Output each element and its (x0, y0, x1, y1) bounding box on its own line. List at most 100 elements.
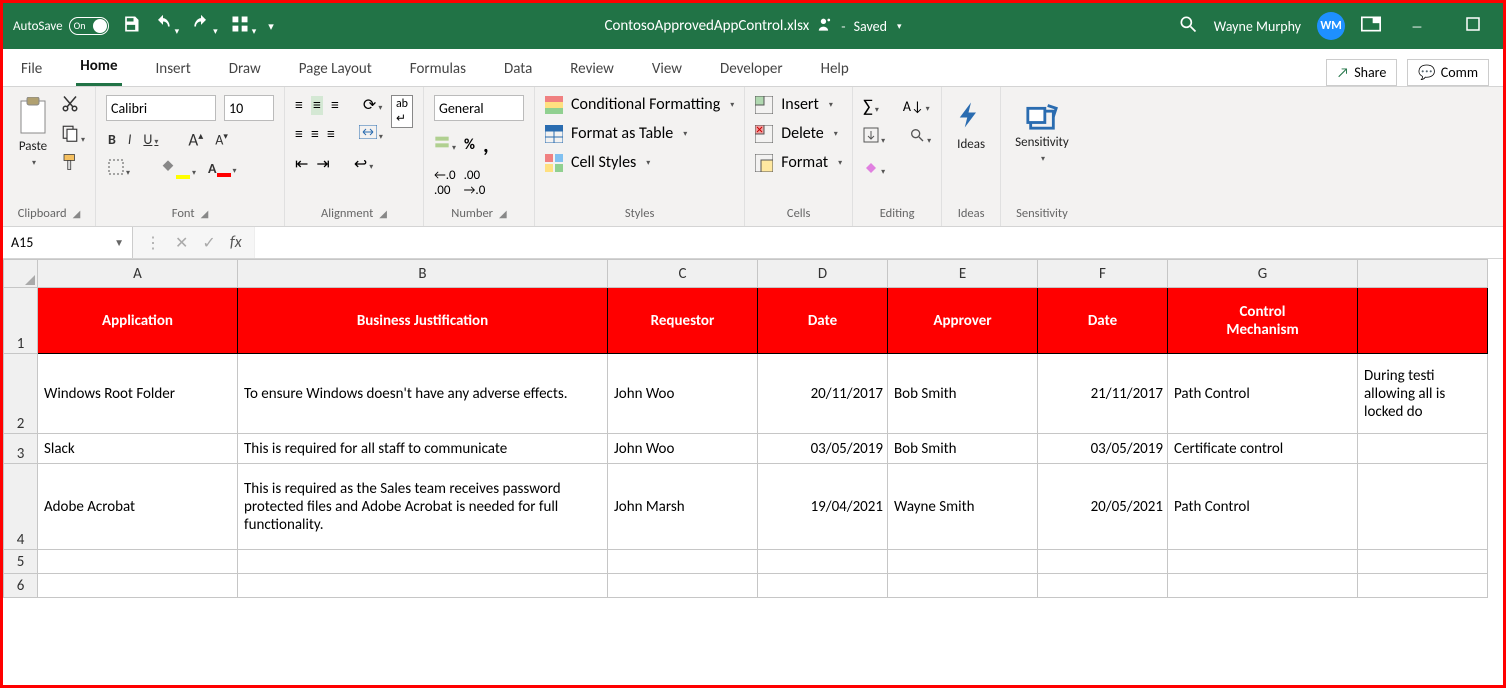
save-icon[interactable] (121, 14, 141, 38)
table-cell[interactable] (758, 550, 888, 574)
ideas-button[interactable]: Ideas (952, 95, 990, 154)
table-cell[interactable]: 20/11/2017 (758, 354, 888, 434)
wrap-text-icon[interactable]: ↩▾ (354, 154, 373, 174)
enter-icon[interactable]: ✓ (202, 233, 215, 253)
table-cell[interactable]: John Woo (608, 354, 758, 434)
row-header[interactable]: 5 (4, 550, 38, 574)
tab-developer[interactable]: Developer (716, 52, 787, 86)
font-size-select[interactable] (224, 95, 274, 121)
save-state-dropdown-icon[interactable]: ▾ (897, 21, 902, 32)
tab-data[interactable]: Data (500, 52, 536, 86)
table-cell[interactable] (38, 574, 238, 598)
table-cell[interactable] (238, 574, 608, 598)
user-name[interactable]: Wayne Murphy (1214, 18, 1301, 35)
comments-button[interactable]: 💬Comm (1407, 59, 1489, 86)
fill-color-button[interactable]: ▾ (158, 159, 198, 179)
fill-button[interactable]: ▾ (863, 127, 885, 148)
tab-review[interactable]: Review (566, 52, 618, 86)
underline-button[interactable]: U▾ (141, 131, 160, 148)
align-bottom-icon[interactable]: ≡ (331, 96, 339, 115)
table-cell[interactable]: This is required as the Sales team recei… (238, 464, 608, 550)
share-button[interactable]: ↗Share (1326, 59, 1398, 86)
table-cell[interactable]: 03/05/2019 (758, 434, 888, 464)
increase-font-icon[interactable]: A▴ (186, 129, 205, 151)
cell-styles-button[interactable]: Cell Styles▾ (545, 153, 650, 172)
fx-icon[interactable]: fx (230, 233, 242, 252)
select-all-button[interactable] (4, 260, 38, 288)
increase-decimal-icon[interactable]: ←.0.00 (434, 168, 456, 198)
touch-mode-icon[interactable]: ▾ (230, 14, 257, 38)
decrease-font-icon[interactable]: A▾ (213, 131, 230, 149)
maximize-button[interactable] (1453, 17, 1493, 35)
decrease-indent-icon[interactable]: ⇤ (295, 154, 308, 174)
column-header[interactable]: D (758, 260, 888, 288)
column-header[interactable]: F (1038, 260, 1168, 288)
table-cell[interactable]: 19/04/2021 (758, 464, 888, 550)
row-header[interactable]: 1 (4, 288, 38, 354)
borders-button[interactable]: ▾ (106, 159, 132, 179)
formula-input[interactable] (255, 227, 1503, 258)
bold-button[interactable]: B (106, 131, 118, 148)
table-cell[interactable]: John Marsh (608, 464, 758, 550)
autosum-button[interactable]: ∑▾ (863, 95, 879, 117)
merge-center-icon[interactable]: ▾ (359, 125, 383, 144)
paste-button[interactable]: Paste ▾ (13, 95, 53, 170)
row-header[interactable]: 2 (4, 354, 38, 434)
table-header-cell[interactable]: ControlMechanism (1168, 288, 1358, 354)
conditional-formatting-button[interactable]: Conditional Formatting▾ (545, 95, 734, 114)
tab-home[interactable]: Home (76, 49, 121, 86)
dialog-launcher-icon[interactable]: ◢ (201, 207, 209, 220)
tab-draw[interactable]: Draw (225, 52, 265, 86)
table-header-cell[interactable]: Requestor (608, 288, 758, 354)
table-cell[interactable] (758, 574, 888, 598)
sort-filter-button[interactable]: A↓▾ (903, 98, 930, 115)
search-icon[interactable] (1178, 14, 1198, 38)
dialog-launcher-icon[interactable]: ◢ (499, 207, 507, 220)
comma-style-button[interactable]: , (483, 131, 489, 158)
row-header[interactable]: 3 (4, 434, 38, 464)
tab-insert[interactable]: Insert (152, 52, 195, 86)
table-cell[interactable] (608, 550, 758, 574)
ribbon-display-icon[interactable] (1361, 16, 1381, 36)
table-cell[interactable] (1168, 550, 1358, 574)
minimize-button[interactable]: ― (1397, 18, 1437, 35)
format-cells-button[interactable]: Format▾ (755, 153, 842, 172)
table-cell[interactable]: To ensure Windows doesn't have any adver… (238, 354, 608, 434)
table-cell[interactable] (888, 550, 1038, 574)
orientation-icon[interactable]: ⟳▾ (363, 95, 382, 115)
table-cell[interactable]: This is required for all staff to commun… (238, 434, 608, 464)
column-header[interactable] (1358, 260, 1488, 288)
avatar[interactable]: WM (1317, 12, 1345, 40)
table-cell[interactable]: 20/05/2021 (1038, 464, 1168, 550)
table-header-cell[interactable]: Application (38, 288, 238, 354)
align-center-icon[interactable]: ≡ (311, 125, 319, 144)
align-right-icon[interactable]: ≡ (327, 125, 335, 144)
tab-help[interactable]: Help (817, 52, 853, 86)
tab-view[interactable]: View (648, 52, 686, 86)
worksheet-grid[interactable]: ABCDEFG1ApplicationBusiness Justificatio… (3, 259, 1503, 598)
accounting-format-icon[interactable]: ▾ (434, 134, 456, 155)
italic-button[interactable]: I (126, 131, 134, 148)
copy-icon[interactable]: ▾ (61, 124, 85, 147)
table-cell[interactable] (38, 550, 238, 574)
table-cell[interactable]: Wayne Smith (888, 464, 1038, 550)
dialog-launcher-icon[interactable]: ◢ (379, 207, 387, 220)
table-cell[interactable]: During testi allowing all is locked do (1358, 354, 1488, 434)
table-cell[interactable] (1038, 550, 1168, 574)
tab-page-layout[interactable]: Page Layout (295, 52, 376, 86)
table-cell[interactable]: Path Control (1168, 464, 1358, 550)
increase-indent-icon[interactable]: ⇥ (316, 154, 329, 174)
table-header-cell[interactable] (1358, 288, 1488, 354)
table-cell[interactable] (888, 574, 1038, 598)
tab-formulas[interactable]: Formulas (406, 52, 470, 86)
table-cell[interactable]: Slack (38, 434, 238, 464)
format-painter-icon[interactable] (61, 153, 79, 176)
percent-style-button[interactable]: % (464, 136, 475, 154)
insert-cells-button[interactable]: Insert▾ (755, 95, 833, 114)
undo-icon[interactable]: ▾ (153, 14, 180, 38)
table-cell[interactable]: Bob Smith (888, 434, 1038, 464)
table-cell[interactable]: 03/05/2019 (1038, 434, 1168, 464)
table-cell[interactable] (1168, 574, 1358, 598)
clear-button[interactable]: ▾ (863, 158, 885, 179)
sensitivity-button[interactable]: Sensitivity ▾ (1011, 95, 1073, 166)
